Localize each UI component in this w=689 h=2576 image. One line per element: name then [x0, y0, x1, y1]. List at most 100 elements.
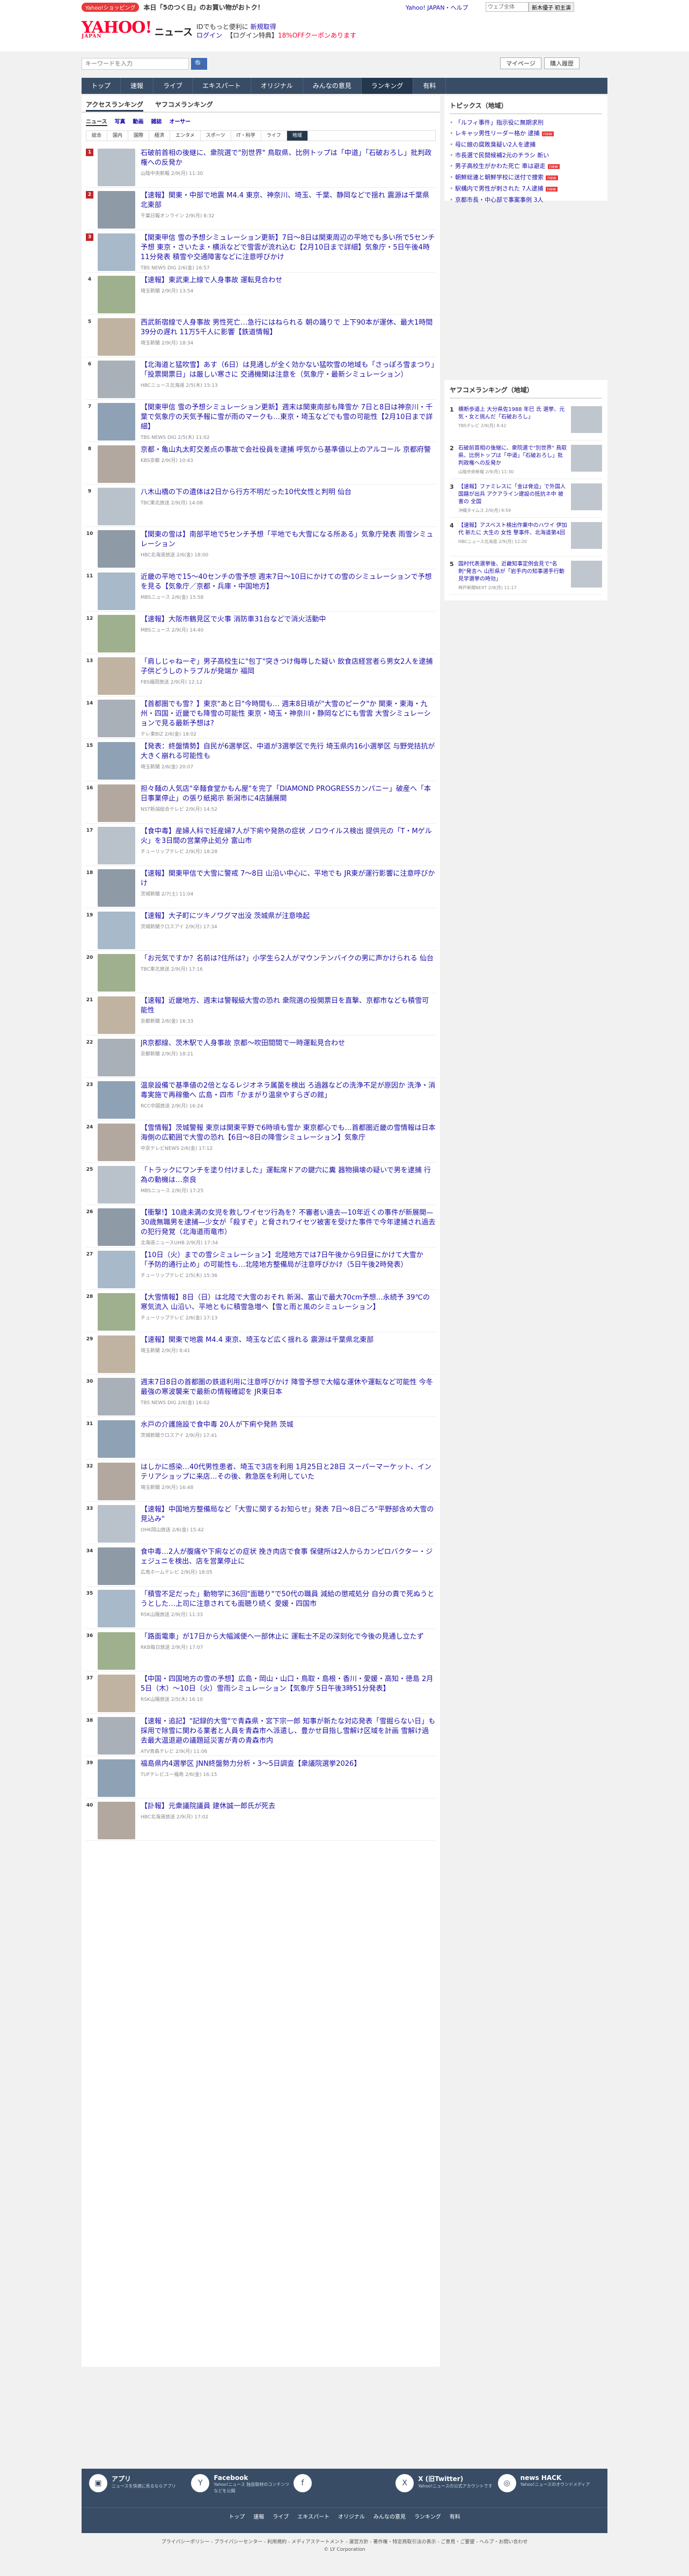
- article-thumbnail[interactable]: [98, 954, 135, 992]
- article-thumbnail[interactable]: [98, 1632, 135, 1670]
- article-thumbnail[interactable]: [98, 869, 135, 907]
- article-title[interactable]: 【北海道と猛吹雪】あす（6日）は見通しが全く効かない猛吹雪の地域も「さっぽろ雪ま…: [141, 361, 436, 380]
- article-title[interactable]: 石破前首相の後継に、衆院選で"別世界" 鳥取県、比例トップは「中道」「石破おろし…: [141, 149, 436, 168]
- topic-item[interactable]: レキャッ男性リーダー格か 逮捕new: [450, 128, 602, 140]
- ranking-item[interactable]: 7 【関東甲信 雪の予想シミュレーション更新】週末は関東南部も降雪か 7日と8日は…: [86, 400, 436, 442]
- footer-nav-item[interactable]: みんなの意見: [373, 2512, 406, 2529]
- topic-item[interactable]: 朝鮮総連と朝鮮学校に送付で捜索new: [450, 172, 602, 184]
- footer-nav-item[interactable]: 速報: [253, 2512, 264, 2529]
- topic-item[interactable]: 「ルフィ事件」指示役に無期求刑: [450, 118, 602, 128]
- article-title[interactable]: 水戸の介護施設で食中毒 20人が下痢や発熱 茨城: [141, 1420, 436, 1430]
- comment-rank-title[interactable]: 【速報】ファミレスに「金は脅迫」で外国人国籍が出兵 アクアライン建設の抵抗ネ中 …: [458, 484, 566, 505]
- news-search-input[interactable]: [82, 58, 189, 70]
- article-thumbnail[interactable]: [98, 1039, 135, 1076]
- comment-rank-item[interactable]: 5 国村代表選挙後、近畿知事定例会見で"名刺"発言へ 山形県が「岩手内の知事選手行…: [450, 556, 602, 595]
- article-thumbnail[interactable]: [98, 1293, 135, 1331]
- content-tab[interactable]: ニュース: [86, 117, 107, 126]
- service-name[interactable]: ニュース: [155, 25, 193, 39]
- comment-rank-thumbnail[interactable]: [571, 561, 602, 588]
- article-thumbnail[interactable]: [98, 1166, 135, 1203]
- comment-rank-item[interactable]: 4 【速報】アスベスト検出作業中のハワイ 伊加代 新たに 大生の 女性 撃事件、北…: [450, 518, 602, 556]
- article-thumbnail[interactable]: [98, 784, 135, 822]
- ranking-item[interactable]: 38 【速報・追記】"記録的大雪"で青森県・宮下宗一郎 知事が新たな対応発表「雪掘…: [86, 1714, 436, 1756]
- article-title[interactable]: JR京都線、茨木駅で人身事故 京都〜吹田間間で一時運転見合わせ: [141, 1039, 436, 1048]
- category-tab[interactable]: 国内: [107, 131, 129, 141]
- gnav-item[interactable]: みんなの意見: [303, 78, 362, 94]
- article-title[interactable]: 【速報】関東甲信で大雪に警戒 7〜8日 山沿い中心に、平地でも JR東が運行影響…: [141, 869, 436, 889]
- ranking-item[interactable]: 18 【速報】関東甲信で大雪に警戒 7〜8日 山沿い中心に、平地でも JR東が運行…: [86, 866, 436, 908]
- ranking-item[interactable]: 28 【大雪情報】8日（日）は北陸で大雪のおそれ 新潟、富山で最大70cm予想…永…: [86, 1290, 436, 1332]
- article-thumbnail[interactable]: [98, 488, 135, 525]
- article-title[interactable]: 「トラックにワンチを塗り付けました」運転席ドアの鍵穴に糞 器物損壊の疑いで男を逮…: [141, 1166, 436, 1185]
- ranking-item[interactable]: 35 「積雪不足だった」動物学に36回"面聴り"で50代の職員 減給の懲戒処分 自…: [86, 1587, 436, 1629]
- article-thumbnail[interactable]: [98, 1124, 135, 1161]
- ranking-item[interactable]: 26 【衝撃!】10歳未満の女児を救しワイセツ行為を？不審者い遠去—10年近くの事…: [86, 1205, 436, 1247]
- ranking-item[interactable]: 31 水戸の介護施設で食中毒 20人が下痢や発熱 茨城 茨城新聞クロスアイ 2/9(…: [86, 1417, 436, 1459]
- topic-item[interactable]: 母に娘の腐敗臭疑い2人を逮捕: [450, 140, 602, 150]
- ranking-item[interactable]: 40 【訃報】元衆議院議員 建休誠一郎氏が死去 HBC北海道放送 2/9(月) 17…: [86, 1799, 436, 1841]
- article-thumbnail[interactable]: [98, 149, 135, 186]
- ranking-item[interactable]: 6 【北海道と猛吹雪】あす（6日）は見通しが全く効かない猛吹雪の地域も「さっぽろ雪…: [86, 357, 436, 400]
- article-title[interactable]: 週末7日8日の首都圏の鉄道利用に注意呼びかけ 降雪予想で大幅な運休や運転など可能…: [141, 1378, 436, 1397]
- article-title[interactable]: 食中毒…2人が腹痛や下痢などの症状 挽き肉店で食事 保健所は2人からカンピロバク…: [141, 1547, 436, 1567]
- article-title[interactable]: 【速報】大子町にツキノワグマ出没 茨城県が注意喚起: [141, 912, 436, 921]
- ranking-item[interactable]: 37 【中国・四国地方の雪の予想】広島・岡山・山口・鳥取・島根・香川・愛媛・高知・…: [86, 1671, 436, 1714]
- ranking-item[interactable]: 1 石破前首相の後継に、衆院選で"別世界" 鳥取県、比例トップは「中道」「石破おろ…: [86, 145, 436, 188]
- article-thumbnail[interactable]: [98, 530, 135, 568]
- article-thumbnail[interactable]: [98, 1378, 135, 1415]
- signup-link[interactable]: 新規取得: [251, 23, 276, 31]
- search-icon[interactable]: 🔍: [191, 58, 207, 70]
- article-title[interactable]: 【発表：終盤情勢】自民が6選挙区、中道が3選挙区で先行 埼玉県内16小選挙区 与…: [141, 742, 436, 761]
- article-title[interactable]: 【速報】近畿地方、週末は警報級大雪の恐れ 衆院選の投開票日を直撃、京都市なども積…: [141, 996, 436, 1016]
- article-thumbnail[interactable]: [98, 742, 135, 780]
- ranking-item[interactable]: 17 【食中毒】産婦人科で妊産婦7人が下痢や発熱の症状 ノロウイルス検出 提供元の…: [86, 824, 436, 866]
- ranking-item[interactable]: 9 八木山橋の下の遺体は2日から行方不明だった10代女性と判明 仙台 TBC東北放送…: [86, 485, 436, 527]
- gnav-item[interactable]: 速報: [121, 78, 154, 94]
- comment-rank-item[interactable]: 1 横断歩道上 大分県佐1988 年巳 氏 選挙、元気・女と挑んだ「石破おろし」 T…: [450, 402, 602, 441]
- footer-icon[interactable]: Y: [191, 2474, 210, 2492]
- article-thumbnail[interactable]: [98, 361, 135, 398]
- ranking-item[interactable]: 33 【速報】中国地方整備局など「大雪に関するお知らせ」発表 7日〜8日ごろ"平野…: [86, 1502, 436, 1544]
- article-thumbnail[interactable]: [98, 1420, 135, 1458]
- mypage-button[interactable]: マイページ: [500, 57, 541, 69]
- footer-nav-item[interactable]: ランキング: [414, 2512, 441, 2529]
- footer-nav-item[interactable]: 有料: [450, 2512, 460, 2529]
- comment-rank-item[interactable]: 2 石破前首相の後継に、衆院選で"別世界" 鳥取県、比例トップは「中道」「石破おろ…: [450, 441, 602, 479]
- footer-nav-item[interactable]: トップ: [229, 2512, 245, 2529]
- promo-banner[interactable]: Yahoo!ショッピング 本日「5のつく日」のお買い物がおトク！: [82, 2, 264, 12]
- content-tab[interactable]: オーサー: [170, 117, 191, 126]
- content-tab[interactable]: 動画: [133, 117, 144, 126]
- ranking-item[interactable]: 22 JR京都線、茨木駅で人身事故 京都〜吹田間間で一時運転見合わせ 京都新聞 2/…: [86, 1036, 436, 1078]
- article-title[interactable]: 近畿の平地で15〜40センチの雪予想 週末7日〜10日にかけての雪のシミュレーシ…: [141, 573, 436, 592]
- comment-rank-thumbnail[interactable]: [571, 445, 602, 472]
- ranking-item[interactable]: 4 【速報】東武東上線で人身事故 運転見合わせ 埼玉新聞 2/9(月) 13:54: [86, 273, 436, 315]
- web-search-input[interactable]: [486, 2, 529, 12]
- article-title[interactable]: 【速報】中国地方整備局など「大雪に関するお知らせ」発表 7日〜8日ごろ"平野部含…: [141, 1505, 436, 1524]
- article-title[interactable]: 京都・亀山丸太町交差点の事故で会社役員を逮捕 呼気から基準値以上のアルコール 京…: [141, 445, 436, 455]
- article-title[interactable]: 【首都圏でも雪？】東京"あと日"今時間も… 週末8日頃が"大雪のピーク"か 関東…: [141, 700, 436, 729]
- article-title[interactable]: 「肩しじゃねーぞ」男子高校生に"包丁"突きつけ侮辱した疑い 飲食店経営者ら男女2…: [141, 657, 436, 677]
- gnav-item[interactable]: ライブ: [153, 78, 193, 94]
- ranking-item[interactable]: 23 温泉設備で基準値の2倍となるレジオネラ属菌を検出 ろ過器などの洗浄不足が原因…: [86, 1078, 436, 1120]
- article-thumbnail[interactable]: [98, 276, 135, 313]
- article-thumbnail[interactable]: [98, 1505, 135, 1543]
- ranking-item[interactable]: 8 京都・亀山丸太町交差点の事故で会社役員を逮捕 呼気から基準値以上のアルコール …: [86, 442, 436, 485]
- purchase-history-button[interactable]: 購入履歴: [544, 57, 580, 69]
- comment-rank-title[interactable]: 石破前首相の後継に、衆院選で"別世界" 鳥取県、比例トップは「中道」「石破おろし…: [458, 445, 567, 466]
- footer-col[interactable]: XX (旧Twitter) Yahoo!ニュースの公式アカウントです: [395, 2474, 497, 2507]
- comment-rank-thumbnail[interactable]: [571, 483, 602, 510]
- article-title[interactable]: 【訃報】元衆議院議員 建休誠一郎氏が死去: [141, 1802, 436, 1811]
- category-tab[interactable]: 国際: [128, 131, 150, 141]
- article-thumbnail[interactable]: [98, 1335, 135, 1373]
- article-title[interactable]: 【雪情報】茨城警報 東京は関東平野で6時頃も雪か 東京都心でも…首都圏近畿の雪情…: [141, 1124, 436, 1143]
- category-tab[interactable]: IT・科学: [231, 131, 261, 141]
- article-thumbnail[interactable]: [98, 573, 135, 610]
- footer-icon[interactable]: ◎: [497, 2474, 516, 2492]
- ranking-item[interactable]: 3 【関東甲信 雪の予想シミュレーション更新】7日〜8日は関東周辺の平地でも多い所…: [86, 230, 436, 273]
- gnav-item[interactable]: エキスパート: [193, 78, 251, 94]
- ranking-item[interactable]: 13 「肩しじゃねーぞ」男子高校生に"包丁"突きつけ侮辱した疑い 飲食店経営者ら男…: [86, 654, 436, 696]
- ranking-item[interactable]: 5 西武新宿線で人身事故 男性死亡…急行にはねられる 朝の踊りで 上下90本が運休…: [86, 315, 436, 357]
- article-thumbnail[interactable]: [98, 912, 135, 949]
- footer-icon[interactable]: ▣: [89, 2474, 107, 2492]
- category-tab[interactable]: エンタメ: [170, 131, 201, 141]
